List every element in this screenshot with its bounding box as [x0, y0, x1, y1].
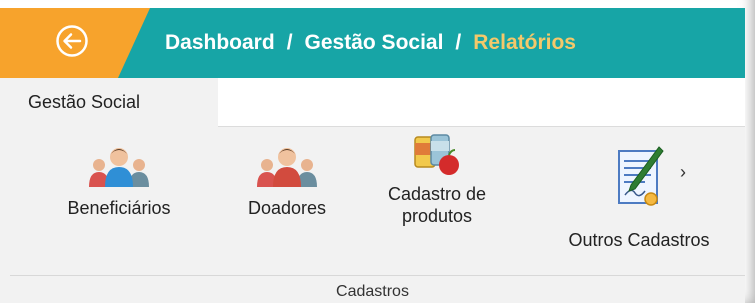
app-window: Dashboard / Gestão Social / Relatórios G… — [0, 0, 755, 303]
group-divider — [10, 275, 745, 276]
ribbon-button-beneficiarios[interactable]: Beneficiários — [52, 127, 186, 277]
ribbon-button-outros-cadastros[interactable]: Outros Cadastros — [544, 127, 734, 277]
breadcrumb-separator: / — [455, 31, 462, 54]
ribbon-label: Cadastro de produtos — [387, 184, 487, 226]
ribbon-label: Beneficiários — [67, 198, 171, 218]
ribbon-group-label: Cadastros — [336, 283, 409, 300]
ribbon-button-doadores[interactable]: Doadores — [222, 127, 352, 277]
breadcrumb-separator: / — [286, 31, 293, 54]
ribbon: Beneficiários Doadores Cadastro de produ… — [0, 127, 745, 303]
chevron-right-icon[interactable]: › — [680, 162, 686, 183]
breadcrumb-current: Relatórios — [473, 31, 576, 54]
breadcrumb-gestao-social[interactable]: Gestão Social — [305, 31, 444, 55]
people-group-icon — [84, 127, 154, 187]
tab-bar: Gestão Social — [0, 78, 745, 127]
document-pen-icon — [611, 127, 667, 213]
breadcrumb: Dashboard / Gestão Social / Relatórios — [165, 8, 576, 78]
breadcrumb-dashboard[interactable]: Dashboard — [165, 31, 275, 55]
ribbon-button-cadastro-produtos[interactable]: Cadastro de produtos — [372, 127, 502, 277]
tab-gestao-social[interactable]: Gestão Social — [0, 78, 218, 127]
top-bar: Dashboard / Gestão Social / Relatórios — [0, 8, 745, 78]
back-arrow-icon[interactable] — [55, 24, 89, 58]
people-group-icon — [252, 127, 322, 187]
tab-bar-empty — [218, 78, 745, 127]
ribbon-label: Outros Cadastros — [568, 230, 710, 250]
food-products-icon — [409, 127, 465, 177]
ribbon-label: Doadores — [247, 198, 327, 218]
